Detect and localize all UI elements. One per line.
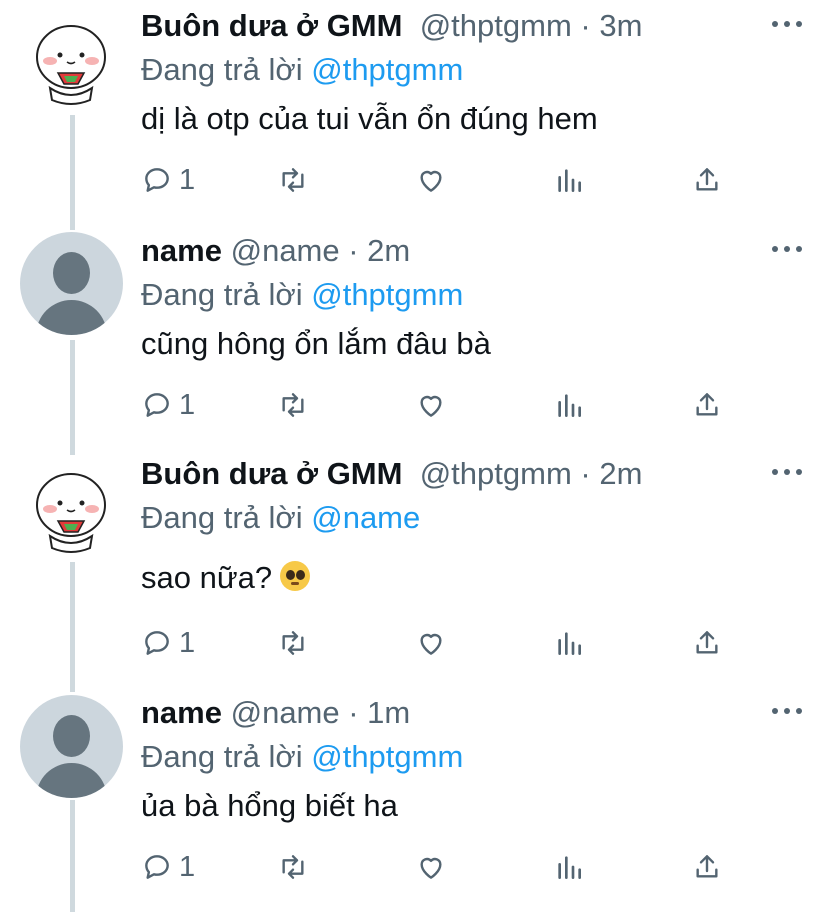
tweet-text-content: sao nữa? [141,560,273,595]
tweet-text: ủa bà hổng biết ha [141,788,398,823]
share-icon [696,631,718,654]
avatar[interactable] [20,458,123,561]
avatar[interactable] [20,695,123,798]
reply-icon [145,631,169,655]
replying-to: Đang trả lời @name [141,500,420,536]
reply-count: 1 [179,626,196,659]
tweet-header: Buôn dưa ở GMM @thptgmm · 2m [141,456,642,492]
reply-count: 1 [179,163,196,196]
tweet[interactable]: name @name · 1m Đang trả lời @thptgmm ủa… [0,687,828,912]
default-avatar-image [20,232,123,335]
user-handle[interactable]: @thptgmm [420,8,572,43]
mochi-avatar-image [36,25,106,105]
like-button[interactable] [415,623,447,663]
analytics-icon [558,632,581,655]
display-name[interactable]: Buôn dưa ở GMM [141,456,402,491]
replying-to: Đang trả lời @thptgmm [141,277,463,313]
replying-to: Đang trả lời @thptgmm [141,52,463,88]
retweet-button[interactable] [277,160,309,200]
reply-count: 1 [179,850,196,883]
timestamp[interactable]: · 3m [572,8,642,43]
replying-to-mention[interactable]: @thptgmm [311,739,463,774]
retweet-icon [282,168,304,192]
replying-to-mention[interactable]: @thptgmm [311,277,463,312]
share-button[interactable] [691,160,723,200]
reply-button[interactable]: 1 [141,623,195,663]
avatar[interactable] [20,10,123,113]
analytics-icon [558,856,581,879]
views-button[interactable] [553,385,585,425]
tweet[interactable]: Buôn dưa ở GMM @thptgmm · 2m Đang trả lờ… [0,448,828,686]
reply-icon [145,855,169,879]
replying-to-label: Đang trả lời [141,52,312,87]
share-button[interactable] [691,847,723,887]
share-button[interactable] [691,623,723,663]
replying-to-mention[interactable]: @thptgmm [311,52,463,87]
user-handle[interactable]: @name [231,695,340,730]
like-button[interactable] [415,160,447,200]
retweet-button[interactable] [277,385,309,425]
timestamp[interactable]: · 2m [572,456,642,491]
timestamp[interactable]: · 1m [340,695,410,730]
user-handle[interactable]: @name [231,233,340,268]
like-button[interactable] [415,385,447,425]
replying-to-label: Đang trả lời [141,277,312,312]
replying-to: Đang trả lời @thptgmm [141,739,463,775]
views-button[interactable] [553,623,585,663]
mochi-avatar-image [36,473,106,553]
default-avatar-image [20,695,123,798]
analytics-icon [558,394,581,417]
retweet-icon [282,855,304,879]
reply-button[interactable]: 1 [141,847,195,887]
retweet-button[interactable] [277,847,309,887]
retweet-button[interactable] [277,623,309,663]
reply-icon [145,168,169,192]
tweet-header: Buôn dưa ở GMM @thptgmm · 3m [141,8,642,44]
user-handle[interactable]: @thptgmm [420,456,572,491]
like-icon [420,395,442,417]
reply-button[interactable]: 1 [141,160,195,200]
tweet-actions: 1 [141,847,741,887]
display-name[interactable]: Buôn dưa ở GMM [141,8,402,43]
tweet-header: name @name · 1m [141,695,410,731]
like-icon [420,857,442,879]
more-icon[interactable] [770,18,804,30]
tweet-text: dị là otp của tui vẫn ổn đúng hem [141,101,598,136]
reply-button[interactable]: 1 [141,385,195,425]
share-icon [696,168,718,191]
retweet-icon [282,631,304,655]
share-icon [696,855,718,878]
display-name[interactable]: name [141,233,222,268]
tweet[interactable]: name @name · 2m Đang trả lời @thptgmm cũ… [0,225,828,448]
like-icon [420,170,442,192]
share-icon [696,393,718,416]
replying-to-mention[interactable]: @name [311,500,420,535]
tweet-actions: 1 [141,623,741,663]
tweet-header: name @name · 2m [141,233,410,269]
tweet-actions: 1 [141,160,741,200]
replying-to-label: Đang trả lời [141,739,312,774]
retweet-icon [282,393,304,417]
pleading-face-emoji [280,561,311,591]
more-icon[interactable] [770,466,804,478]
views-button[interactable] [553,160,585,200]
tweet[interactable]: Buôn dưa ở GMM @thptgmm · 3m Đang trả lờ… [0,0,828,225]
display-name[interactable]: name [141,695,222,730]
more-icon[interactable] [770,243,804,255]
like-button[interactable] [415,847,447,887]
reply-count: 1 [179,388,196,421]
tweet-actions: 1 [141,385,741,425]
replying-to-label: Đang trả lời [141,500,312,535]
tweet-text: cũng hông ổn lắm đâu bà [141,326,491,361]
avatar[interactable] [20,232,123,335]
reply-icon [145,393,169,417]
views-button[interactable] [553,847,585,887]
tweet-text: sao nữa? [141,560,311,596]
analytics-icon [558,169,581,192]
timestamp[interactable]: · 2m [340,233,410,268]
more-icon[interactable] [770,705,804,717]
like-icon [420,633,442,655]
share-button[interactable] [691,385,723,425]
